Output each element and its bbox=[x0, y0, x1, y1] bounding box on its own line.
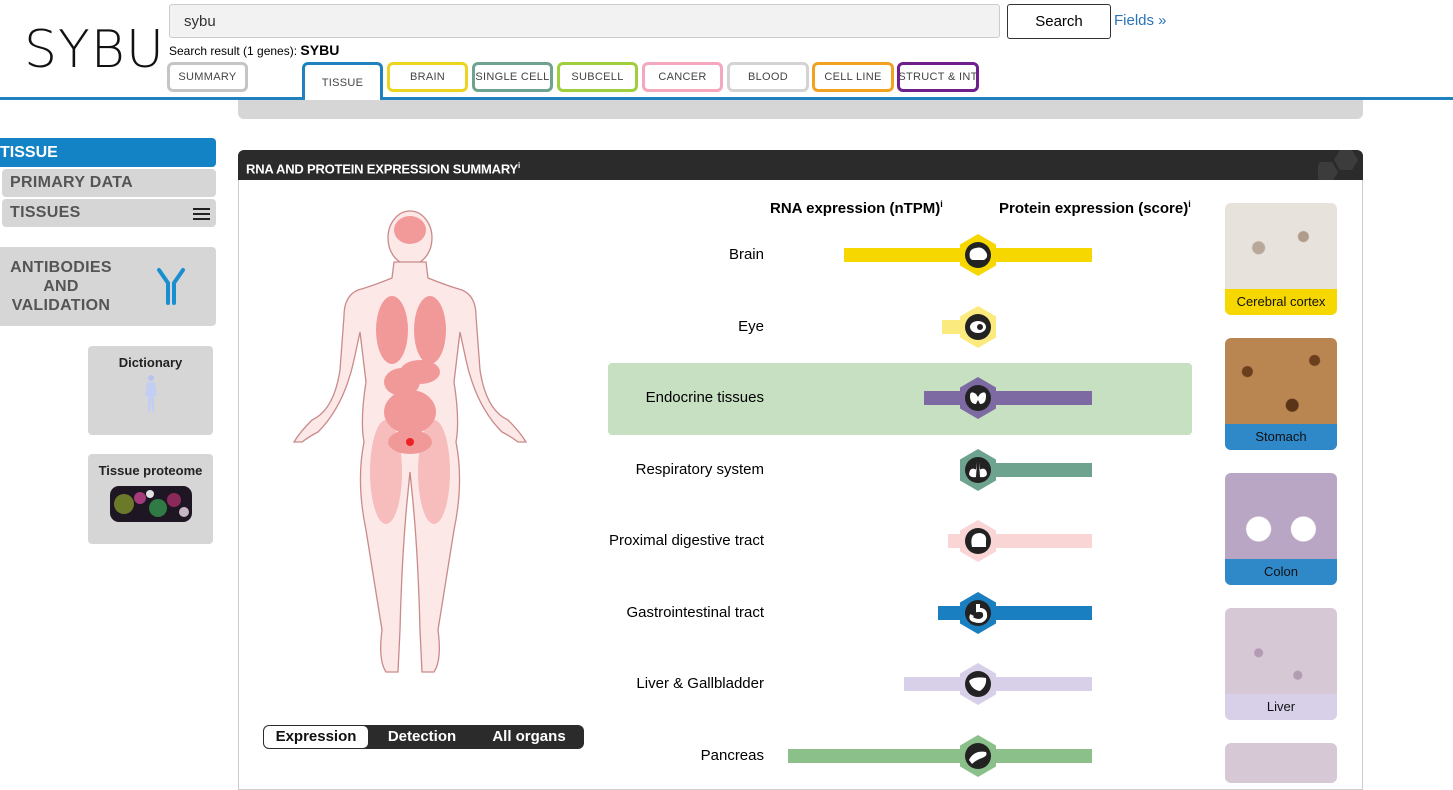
lungs-icon[interactable] bbox=[956, 448, 1000, 492]
tab-brain[interactable]: BRAIN bbox=[387, 62, 468, 92]
sub-menu-strip bbox=[238, 100, 1363, 119]
tab-subcell[interactable]: SUBCELL bbox=[557, 62, 638, 92]
tissue-thumbnail[interactable]: Cerebral cortex bbox=[1225, 203, 1337, 315]
antibody-icon bbox=[157, 268, 185, 305]
sidebar-item-primary-data[interactable]: PRIMARY DATA bbox=[2, 169, 216, 197]
fields-link[interactable]: Fields » bbox=[1114, 12, 1167, 29]
info-icon[interactable]: i bbox=[940, 199, 943, 209]
dictionary-label: Dictionary bbox=[118, 355, 183, 370]
organ-label[interactable]: Proximal digestive tract bbox=[609, 532, 764, 549]
organ-label[interactable]: Liver & Gallbladder bbox=[636, 675, 764, 692]
organ-label[interactable]: Endocrine tissues bbox=[646, 389, 764, 406]
organ-label[interactable]: Pancreas bbox=[701, 747, 764, 764]
tab-underline bbox=[0, 97, 1453, 100]
tab-cell-line[interactable]: CELL LINE bbox=[812, 62, 894, 92]
organ-label[interactable]: Eye bbox=[738, 318, 764, 335]
tab-single-cell[interactable]: SINGLE CELL bbox=[472, 62, 553, 92]
rna-header-label: RNA expression (nTPM) bbox=[770, 200, 941, 217]
body-figure[interactable] bbox=[282, 210, 548, 680]
organ-label[interactable]: Gastrointestinal tract bbox=[626, 604, 764, 621]
organ-label[interactable]: Brain bbox=[729, 246, 764, 263]
panel-title: RNA AND PROTEIN EXPRESSION SUMMARYi bbox=[238, 150, 1363, 180]
pancreas-icon[interactable] bbox=[956, 734, 1000, 778]
info-icon[interactable]: i bbox=[1188, 199, 1191, 209]
info-icon[interactable]: i bbox=[518, 161, 520, 170]
sidebar-item-tissue[interactable]: TISSUE bbox=[0, 138, 216, 167]
search-button[interactable]: Search bbox=[1007, 4, 1111, 39]
antibodies-label: ANTIBODIES AND VALIDATION bbox=[10, 259, 112, 314]
protein-header-label: Protein expression (score) bbox=[999, 200, 1189, 217]
liver-icon[interactable] bbox=[956, 662, 1000, 706]
stomach-icon[interactable] bbox=[956, 591, 1000, 635]
tab-cancer[interactable]: CANCER bbox=[642, 62, 723, 92]
body-icon bbox=[144, 375, 157, 412]
menu-icon[interactable] bbox=[193, 208, 210, 220]
view-toggle: Expression Detection All organs bbox=[263, 725, 584, 749]
protein-expression-header: Protein expression (score)i bbox=[999, 199, 1191, 217]
hex-pattern-icon bbox=[1318, 150, 1358, 180]
tissue-proteome-icon bbox=[109, 486, 192, 522]
thumbnail-label: Cerebral cortex bbox=[1225, 289, 1337, 315]
sidebar-item-label: TISSUES bbox=[10, 204, 81, 221]
site-logo[interactable]: SYBU bbox=[24, 20, 165, 80]
tissue-proteome-button[interactable]: Tissue proteome bbox=[88, 454, 213, 544]
dictionary-button[interactable]: Dictionary bbox=[88, 346, 213, 435]
tissue-thumbnail[interactable]: Colon bbox=[1225, 473, 1337, 585]
toggle-detection[interactable]: Detection bbox=[368, 726, 476, 748]
search-result-summary: Search result (1 genes): SYBU bbox=[169, 42, 339, 58]
thumbnail-label: Stomach bbox=[1225, 424, 1337, 450]
tissue-thumbnail[interactable]: Liver bbox=[1225, 608, 1337, 720]
eye-icon[interactable] bbox=[956, 305, 1000, 349]
rna-expression-header: RNA expression (nTPM)i bbox=[770, 199, 943, 217]
panel-title-text: RNA AND PROTEIN EXPRESSION SUMMARY bbox=[246, 161, 519, 177]
search-result-gene[interactable]: SYBU bbox=[300, 42, 339, 58]
toggle-all-organs[interactable]: All organs bbox=[476, 726, 582, 748]
organ-label[interactable]: Respiratory system bbox=[636, 461, 764, 478]
brain-icon[interactable] bbox=[956, 233, 1000, 277]
search-input[interactable] bbox=[169, 4, 1000, 38]
search-result-label: Search result (1 genes): bbox=[169, 44, 298, 58]
tissue-thumbnail[interactable] bbox=[1225, 743, 1337, 783]
thumbnail-label: Colon bbox=[1225, 559, 1337, 585]
sidebar-item-tissues[interactable]: TISSUES bbox=[2, 199, 216, 227]
tissue-thumbnail[interactable]: Stomach bbox=[1225, 338, 1337, 450]
tab-tissue[interactable]: TISSUE bbox=[302, 62, 383, 100]
tab-struct-int[interactable]: STRUCT & INT bbox=[897, 62, 979, 92]
tab-blood[interactable]: BLOOD bbox=[727, 62, 809, 92]
thyroid-icon[interactable] bbox=[956, 376, 1000, 420]
sidebar-item-antibodies[interactable]: ANTIBODIES AND VALIDATION bbox=[0, 247, 216, 326]
head-icon[interactable] bbox=[956, 519, 1000, 563]
toggle-expression[interactable]: Expression bbox=[264, 726, 368, 748]
thumbnail-label: Liver bbox=[1225, 694, 1337, 720]
rna-bar[interactable] bbox=[788, 748, 978, 763]
tab-summary[interactable]: SUMMARY bbox=[167, 62, 248, 92]
tissue-proteome-label: Tissue proteome bbox=[98, 463, 203, 478]
